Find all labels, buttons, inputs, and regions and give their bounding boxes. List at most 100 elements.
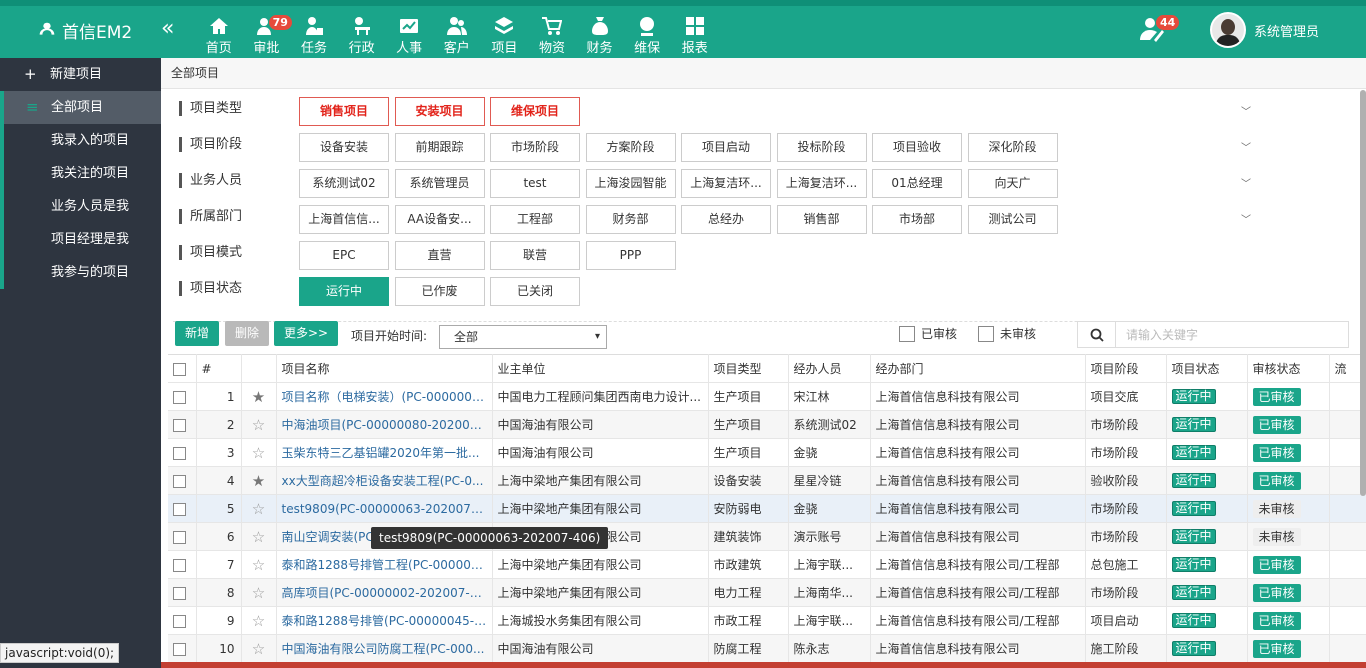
row-checkbox[interactable] (168, 382, 197, 411)
sidebar-item-all-projects[interactable]: ≡ 全部项目 (4, 91, 161, 124)
nav-item-report[interactable]: 报表 (671, 12, 719, 56)
chevron-down-icon[interactable]: ﹀ (1241, 211, 1251, 226)
filter-option[interactable]: 上海首信信... (299, 205, 389, 234)
row-checkbox[interactable] (168, 606, 197, 635)
project-name-link[interactable]: 泰和路1288号排管(PC-00000045-2... (276, 606, 493, 635)
row-checkbox[interactable] (168, 494, 197, 523)
column-header[interactable]: 经办部门 (870, 354, 1086, 383)
user-menu[interactable]: 系统管理员 (1210, 12, 1319, 48)
table-row[interactable]: 5 ☆ test9809(PC-00000063-202007-406) 上海中梁地产… (168, 494, 1366, 523)
nav-item-project[interactable]: 项目 (481, 12, 529, 56)
nav-item-approval[interactable]: 审批 79 (243, 12, 292, 56)
sidebar-item-4[interactable]: 项目经理是我 (4, 223, 161, 256)
filter-option[interactable]: 直营 (394, 241, 485, 270)
column-header[interactable]: 业主单位 (492, 354, 709, 383)
sidebar-item-2[interactable]: 我关注的项目 (4, 157, 161, 190)
filter-option[interactable]: 01总经理 (872, 169, 962, 198)
filter-option[interactable]: 方案阶段 (585, 133, 676, 162)
column-header[interactable]: 审核状态 (1247, 354, 1330, 383)
filter-option[interactable]: 设备安装 (299, 133, 389, 162)
nav-item-cart[interactable]: 物资 (528, 12, 576, 56)
filter-option[interactable]: 向天广 (967, 169, 1058, 198)
table-row[interactable]: 9 ☆ 泰和路1288号排管(PC-00000045-2... 上海城投水务集团有限公… (168, 606, 1366, 635)
column-header[interactable]: # (196, 354, 242, 383)
start-time-select[interactable]: 全部 ▾ (439, 325, 607, 349)
vertical-scrollbar[interactable] (1360, 90, 1366, 496)
favorite-star-icon[interactable]: ☆ (241, 410, 277, 439)
favorite-star-icon[interactable]: ☆ (241, 634, 277, 663)
sidebar-item-5[interactable]: 我参与的项目 (4, 256, 161, 289)
filter-option[interactable]: EPC (299, 241, 389, 270)
table-row[interactable]: 2 ☆ 中海油项目(PC-00000080-202007-... 中国海油有限公司 生产… (168, 410, 1366, 439)
nav-item-home[interactable]: 首页 (195, 12, 243, 56)
table-row[interactable]: 4 ★ xx大型商超冷柜设备安装工程(PC-0... 上海中梁地产集团有限公司 设备安装… (168, 466, 1366, 495)
filter-option[interactable]: 运行中 (299, 277, 389, 306)
favorite-star-icon[interactable]: ☆ (241, 522, 277, 551)
filter-option[interactable]: PPP (585, 241, 676, 270)
nav-item-maintenance[interactable]: 维保 (623, 12, 671, 56)
project-name-link[interactable]: test9809(PC-00000063-202007-406) (276, 494, 493, 523)
search-button[interactable] (1078, 322, 1116, 347)
table-row[interactable]: 7 ☆ 泰和路1288号排管工程(PC-000000... 上海中梁地产集团有限公司市… (168, 550, 1366, 579)
favorite-star-icon[interactable]: ★ (241, 382, 277, 411)
favorite-star-icon[interactable]: ☆ (241, 494, 277, 523)
row-checkbox[interactable] (168, 550, 197, 579)
filter-option[interactable]: 系统测试02 (299, 169, 389, 198)
table-row[interactable]: 1 ★ 项目名称（电梯安装）(PC-0000008... 中国电力工程顾问集团西南电力… (168, 382, 1366, 411)
filter-option[interactable]: 市场部 (872, 205, 962, 234)
filter-option[interactable]: test (490, 169, 580, 198)
table-row[interactable]: 6☆南山空调安装(PC上海中梁地产集团有限公司建筑装饰演示账号上海首信信息科技有… (168, 522, 1366, 551)
filter-option[interactable]: 联营 (490, 241, 580, 270)
sidebar-item-1[interactable]: 我录入的项目 (4, 124, 161, 157)
filter-option[interactable]: 投标阶段 (776, 133, 867, 162)
filter-option[interactable]: 系统管理员 (394, 169, 485, 198)
chevron-down-icon[interactable]: ﹀ (1241, 103, 1251, 118)
project-name-link[interactable]: 中海油项目(PC-00000080-202007-... (276, 410, 493, 439)
filter-option[interactable]: AA设备安... (394, 205, 485, 234)
chevron-down-icon[interactable]: ﹀ (1241, 175, 1251, 190)
table-row[interactable]: 8 ☆ 高库项目(PC-00000002-202007-403) 上海中梁地产集团有限… (168, 578, 1366, 607)
filter-option[interactable]: 市场阶段 (490, 133, 580, 162)
favorite-star-icon[interactable]: ☆ (241, 606, 277, 635)
search-input[interactable] (1116, 322, 1346, 347)
add-button[interactable]: 新增 (175, 321, 220, 346)
filter-option[interactable]: 项目验收 (872, 133, 962, 162)
filter-option[interactable]: 安装项目 (394, 97, 485, 126)
row-checkbox[interactable] (168, 522, 197, 551)
column-header[interactable]: 项目类型 (708, 354, 789, 383)
project-name-link[interactable]: 中国海油有限公司防腐工程(PC-000... (276, 634, 493, 663)
chevron-down-icon[interactable]: ﹀ (1241, 139, 1251, 154)
unapproved-checkbox[interactable]: 未审核 (978, 325, 1036, 342)
column-header[interactable]: 项目状态 (1166, 354, 1248, 383)
column-header[interactable]: 项目阶段 (1085, 354, 1167, 383)
column-header[interactable]: 经办人员 (788, 354, 871, 383)
filter-option[interactable]: 总经办 (681, 205, 771, 234)
table-row[interactable]: 3 ☆ 玉柴东特三乙基铝罐2020年第一批... 中国海油有限公司 生产项目 金骁 上海首信… (168, 438, 1366, 467)
filter-option[interactable]: 财务部 (585, 205, 676, 234)
sidebar-item-new-project[interactable]: + 新建项目 (0, 58, 161, 91)
filter-option[interactable]: 深化阶段 (967, 133, 1058, 162)
filter-option[interactable]: 上海复洁环... (776, 169, 867, 198)
filter-option[interactable]: 工程部 (490, 205, 580, 234)
filter-option[interactable]: 上海复洁环... (681, 169, 771, 198)
favorite-star-icon[interactable]: ☆ (241, 438, 277, 467)
project-name-link[interactable]: 玉柴东特三乙基铝罐2020年第一批... (276, 438, 493, 467)
row-checkbox[interactable] (168, 410, 197, 439)
row-checkbox[interactable] (168, 634, 197, 663)
nav-item-task[interactable]: 任务 (290, 12, 338, 56)
filter-option[interactable]: 项目启动 (681, 133, 771, 162)
filter-option[interactable]: 上海浚园智能 (585, 169, 676, 198)
filter-option[interactable]: 测试公司 (967, 205, 1058, 234)
table-row[interactable]: 10 ☆ 中国海油有限公司防腐工程(PC-000... 中国海油有限公司 防腐工程 陈永志… (168, 634, 1366, 663)
filter-option[interactable]: 前期跟踪 (394, 133, 485, 162)
row-checkbox[interactable] (168, 438, 197, 467)
approved-checkbox[interactable]: 已审核 (899, 325, 957, 342)
project-name-link[interactable]: xx大型商超冷柜设备安装工程(PC-0... (276, 466, 493, 495)
collapse-sidebar-icon[interactable]: « (161, 16, 174, 41)
column-header[interactable]: 项目名称 (276, 354, 493, 383)
project-name-link[interactable]: 项目名称（电梯安装）(PC-0000008... (276, 382, 493, 411)
sidebar-item-3[interactable]: 业务人员是我 (4, 190, 161, 223)
notification-button[interactable]: 44 (1140, 15, 1180, 45)
app-logo[interactable]: 首信EM2 (36, 18, 132, 43)
row-checkbox[interactable] (168, 466, 197, 495)
